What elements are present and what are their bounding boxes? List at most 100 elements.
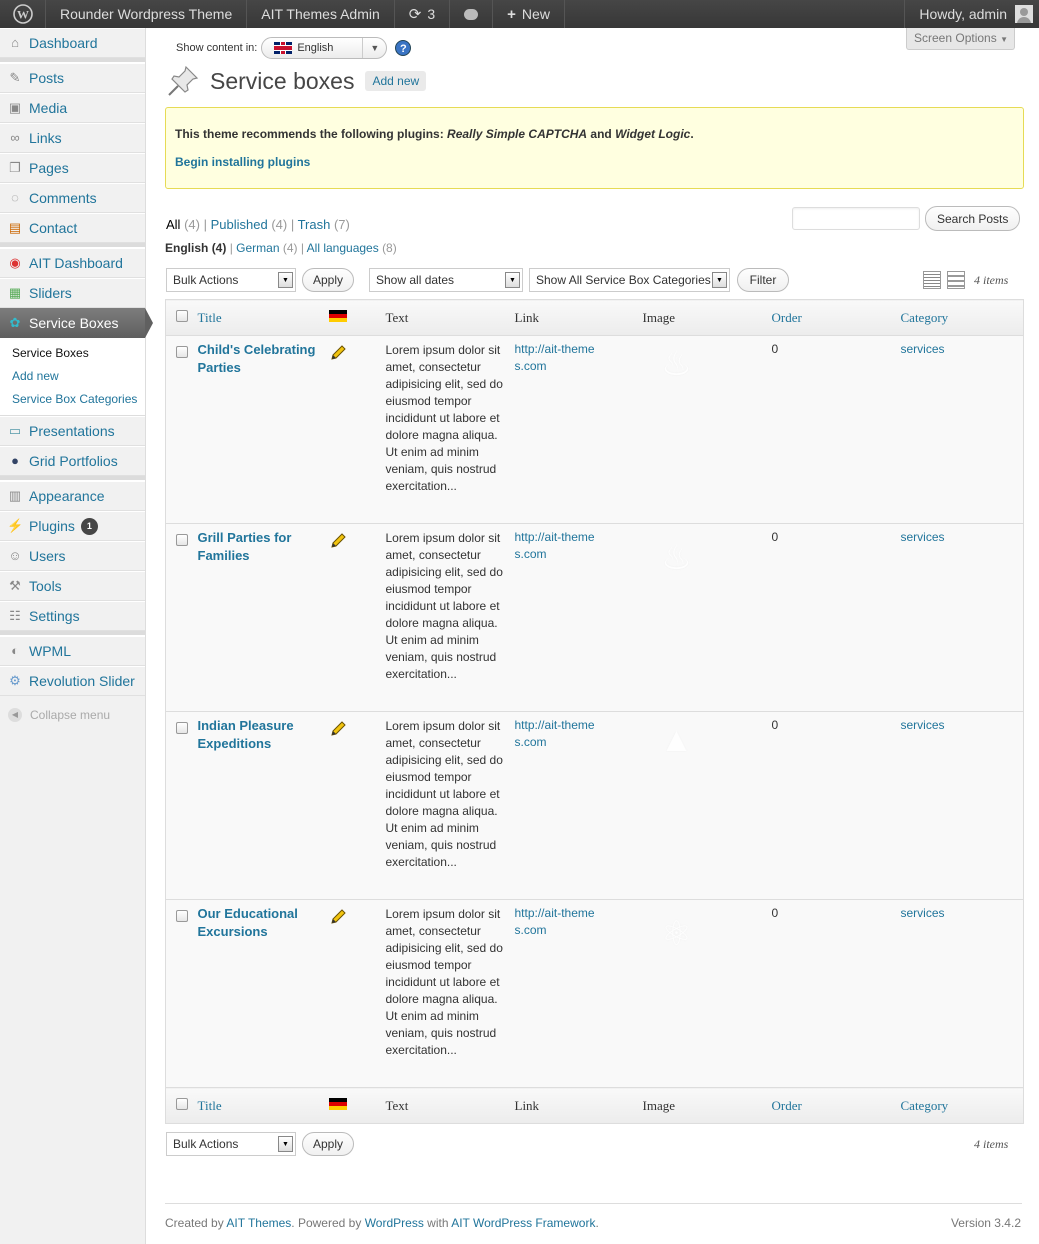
- row-checkbox[interactable]: [175, 346, 188, 358]
- row-category-link[interactable]: services: [901, 718, 945, 732]
- pencil-icon[interactable]: [329, 720, 347, 738]
- screen-options-button[interactable]: Screen Options ▼: [906, 28, 1015, 50]
- grid-portfolio-icon: ●: [11, 453, 19, 468]
- language-switcher: Show content in: English ▼ ?: [176, 37, 412, 59]
- row-link[interactable]: http://ait-themes.com: [515, 530, 595, 561]
- apply-button[interactable]: Apply: [302, 268, 354, 292]
- submenu-service-boxes[interactable]: Service Boxes: [0, 342, 145, 365]
- menu-grid-portfolios[interactable]: ● Grid Portfolios: [0, 446, 145, 476]
- list-view-icon[interactable]: [923, 271, 941, 289]
- my-account-link[interactable]: Howdy, admin: [904, 0, 1039, 28]
- menu-contact[interactable]: ▤ Contact: [0, 213, 145, 243]
- sort-category-link[interactable]: Category: [901, 310, 949, 325]
- filter-all-languages-count: (8): [382, 241, 397, 255]
- filter-english[interactable]: English (4): [165, 241, 226, 255]
- filter-published[interactable]: Published: [211, 217, 268, 232]
- menu-revolution-slider[interactable]: ⚙ Revolution Slider: [0, 666, 145, 696]
- search-input[interactable]: [792, 207, 920, 230]
- framework-link[interactable]: AIT WordPress Framework: [451, 1216, 595, 1230]
- filter-trash[interactable]: Trash: [298, 217, 331, 232]
- row-title-link[interactable]: Our Educational Excursions: [198, 906, 298, 939]
- page-title: Service boxes: [210, 67, 355, 94]
- sort-title-link-bottom[interactable]: Title: [198, 1098, 222, 1113]
- row-link[interactable]: http://ait-themes.com: [515, 718, 595, 749]
- ait-themes-link[interactable]: AIT Themes: [226, 1216, 291, 1230]
- sort-order-link-bottom[interactable]: Order: [772, 1098, 802, 1113]
- search-posts-button[interactable]: Search Posts: [925, 206, 1021, 231]
- filter-all-languages[interactable]: All languages: [307, 241, 379, 255]
- table-row: Indian Pleasure Expeditions Lorem ipsum …: [165, 711, 1024, 900]
- menu-label: Users: [29, 548, 66, 564]
- row-category-link[interactable]: services: [901, 342, 945, 356]
- menu-label: Comments: [29, 190, 97, 206]
- bulk-actions-select[interactable]: Bulk Actions ▼: [166, 268, 296, 292]
- menu-links[interactable]: ∞ Links: [0, 123, 145, 153]
- language-value: English: [297, 42, 334, 54]
- row-title-link[interactable]: Indian Pleasure Expeditions: [198, 718, 294, 751]
- row-title-link[interactable]: Child's Celebrating Parties: [198, 342, 316, 375]
- comments-link[interactable]: [450, 0, 494, 28]
- apply-button-bottom[interactable]: Apply: [302, 1132, 354, 1156]
- row-link[interactable]: http://ait-themes.com: [515, 906, 595, 937]
- show-content-label: Show content in:: [176, 42, 258, 54]
- submenu-service-box-categories[interactable]: Service Box Categories: [0, 388, 145, 411]
- filter-button[interactable]: Filter: [737, 268, 789, 292]
- menu-posts[interactable]: ✎ Posts: [0, 63, 145, 93]
- collapse-menu-button[interactable]: ◀ Collapse menu: [0, 696, 145, 722]
- sort-order-link[interactable]: Order: [772, 310, 802, 325]
- site-name-link[interactable]: Rounder Wordpress Theme: [46, 0, 248, 28]
- row-link[interactable]: http://ait-themes.com: [515, 342, 595, 373]
- select-all-checkbox-bottom[interactable]: [175, 1097, 188, 1110]
- updates-link[interactable]: ⟳ 3: [395, 0, 451, 28]
- plugin-link-captcha[interactable]: Really Simple CAPTCHA: [447, 127, 587, 141]
- dropdown-arrow-icon: ▼: [278, 272, 293, 288]
- menu-comments[interactable]: ◌ Comments: [0, 183, 145, 213]
- row-category-link[interactable]: services: [901, 906, 945, 920]
- menu-tools[interactable]: ⚒ Tools: [0, 571, 145, 601]
- wordpress-link[interactable]: WordPress: [365, 1216, 424, 1230]
- row-title-link[interactable]: Grill Parties for Families: [198, 530, 292, 563]
- begin-installing-plugins-link[interactable]: Begin installing plugins: [175, 155, 310, 169]
- submenu-add-new[interactable]: Add new: [0, 365, 145, 388]
- language-select[interactable]: English ▼: [261, 37, 388, 59]
- service-boxes-table: Title Text Link Image Order Category Chi…: [165, 299, 1024, 1124]
- row-category-link[interactable]: services: [901, 530, 945, 544]
- add-new-button[interactable]: Add new: [365, 71, 427, 91]
- menu-wpml[interactable]: ◐ WPML: [0, 636, 145, 666]
- dates-select[interactable]: Show all dates ▼: [369, 268, 523, 292]
- german-flag-icon: [328, 1097, 347, 1110]
- bulk-actions-select-bottom[interactable]: Bulk Actions ▼: [166, 1132, 296, 1156]
- notice-period: .: [690, 127, 694, 141]
- plugin-link-widget-logic[interactable]: Widget Logic: [615, 127, 690, 141]
- category-select[interactable]: Show All Service Box Categories ▼: [529, 268, 730, 292]
- new-content-link[interactable]: + New: [493, 0, 565, 28]
- menu-users[interactable]: ☺ Users: [0, 541, 145, 571]
- select-all-checkbox[interactable]: [175, 309, 188, 322]
- menu-appearance[interactable]: ▥ Appearance: [0, 481, 145, 511]
- row-checkbox[interactable]: [175, 910, 188, 922]
- menu-ait-dashboard[interactable]: ◉ AIT Dashboard: [0, 248, 145, 278]
- row-checkbox[interactable]: [175, 722, 188, 734]
- help-icon[interactable]: ?: [395, 40, 412, 56]
- menu-presentations[interactable]: ▭ Presentations: [0, 416, 145, 446]
- menu-dashboard[interactable]: ⌂ Dashboard: [0, 28, 145, 58]
- filter-german[interactable]: German: [236, 241, 279, 255]
- pencil-icon[interactable]: [329, 532, 347, 550]
- wordpress-logo-icon[interactable]: W: [0, 0, 46, 28]
- pencil-icon[interactable]: [329, 344, 347, 362]
- menu-label: Contact: [29, 220, 78, 236]
- menu-pages[interactable]: ❐ Pages: [0, 153, 145, 183]
- sort-title-link[interactable]: Title: [198, 310, 222, 325]
- row-checkbox[interactable]: [175, 534, 188, 546]
- menu-settings[interactable]: ☷ Settings: [0, 601, 145, 631]
- language-filter-links: English (4) | German (4) | All languages…: [165, 241, 397, 255]
- excerpt-view-icon[interactable]: [947, 271, 965, 289]
- sort-category-link-bottom[interactable]: Category: [901, 1098, 949, 1113]
- filter-all[interactable]: All: [166, 217, 180, 232]
- pencil-icon[interactable]: [329, 908, 347, 926]
- ait-themes-admin-link[interactable]: AIT Themes Admin: [247, 0, 395, 28]
- menu-sliders[interactable]: ▦ Sliders: [0, 278, 145, 308]
- menu-service-boxes[interactable]: ✿ Service Boxes: [0, 308, 153, 338]
- menu-media[interactable]: ▣ Media: [0, 93, 145, 123]
- menu-plugins[interactable]: ⚡ Plugins 1: [0, 511, 145, 541]
